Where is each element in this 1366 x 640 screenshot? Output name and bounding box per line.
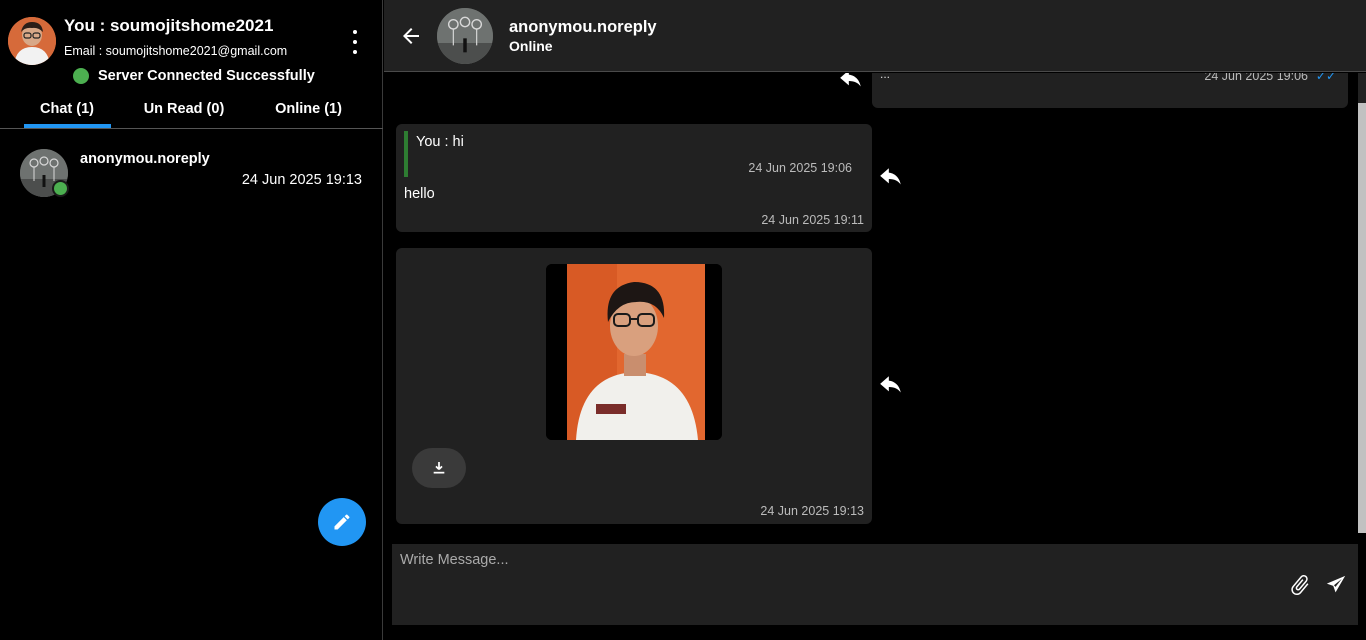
online-indicator	[52, 180, 69, 197]
contact-name: anonymou.noreply	[509, 18, 657, 36]
sidebar: You : soumojitshome2021 Email : soumojit…	[0, 0, 383, 640]
message-list[interactable]: ... 24 Jun 2025 19:06 ✓✓ You : hi 24 Jun…	[384, 73, 1366, 533]
tabs-divider	[0, 128, 383, 129]
shared-photo[interactable]	[546, 264, 722, 440]
new-chat-button[interactable]	[318, 498, 366, 546]
quoted-time: 24 Jun 2025 19:06	[748, 161, 852, 175]
tab-chat[interactable]: Chat (1)	[0, 90, 134, 128]
message-input[interactable]	[400, 552, 1280, 612]
reply-icon[interactable]	[878, 375, 904, 397]
chat-item-name: anonymou.noreply	[80, 151, 210, 167]
send-icon[interactable]	[1324, 574, 1348, 596]
contact-status: Online	[509, 38, 553, 54]
download-button[interactable]	[412, 448, 466, 488]
message-text: hello	[404, 186, 435, 202]
read-receipt-icon: ✓✓	[1315, 73, 1336, 83]
server-status-label: Server Connected Successfully	[98, 68, 315, 84]
status-dot-icon	[73, 68, 89, 84]
reply-icon[interactable]	[878, 167, 904, 189]
download-icon	[433, 462, 445, 474]
profile-name: You : soumojitshome2021	[64, 16, 274, 35]
profile-avatar[interactable]	[8, 17, 56, 65]
server-status: Server Connected Successfully	[73, 68, 315, 84]
message-composer	[392, 544, 1358, 625]
chat-app: You : soumojitshome2021 Email : soumojit…	[0, 0, 1366, 640]
tab-online[interactable]: Online (1)	[234, 90, 383, 128]
message-time: 24 Jun 2025 19:13	[760, 504, 864, 518]
scrollbar[interactable]	[1358, 73, 1366, 533]
message-bubble-sent: ... 24 Jun 2025 19:06 ✓✓	[872, 73, 1348, 108]
scrollbar-thumb[interactable]	[1358, 103, 1366, 533]
chat-item-time: 24 Jun 2025 19:13	[241, 172, 362, 188]
message-time: 24 Jun 2025 19:11	[761, 213, 864, 227]
attach-icon[interactable]	[1288, 572, 1312, 598]
edit-pencil-icon	[334, 514, 350, 530]
chat-panel: anonymou.noreply Online ... 24 Jun 2025 …	[384, 0, 1366, 640]
chat-header: anonymou.noreply Online	[384, 0, 1366, 72]
menu-dots-icon[interactable]	[346, 30, 364, 54]
message-bubble-received: You : hi 24 Jun 2025 19:06 hello 24 Jun …	[396, 124, 872, 232]
quoted-message[interactable]: You : hi 24 Jun 2025 19:06	[404, 131, 860, 177]
reply-icon[interactable]	[838, 73, 864, 91]
profile-email: Email : soumojitshome2021@gmail.com	[64, 44, 288, 58]
quoted-text: You : hi	[416, 134, 464, 150]
message-bubble-image: 24 Jun 2025 19:13	[396, 248, 872, 524]
chat-list-item[interactable]: anonymou.noreply 24 Jun 2025 19:13	[0, 140, 382, 210]
back-arrow-icon[interactable]	[398, 24, 424, 48]
tab-bar: Chat (1) Un Read (0) Online (1)	[0, 90, 383, 128]
message-time: 24 Jun 2025 19:06	[1204, 73, 1308, 83]
tab-unread[interactable]: Un Read (0)	[134, 90, 234, 128]
contact-avatar[interactable]	[437, 8, 493, 64]
message-text: ...	[880, 73, 891, 81]
